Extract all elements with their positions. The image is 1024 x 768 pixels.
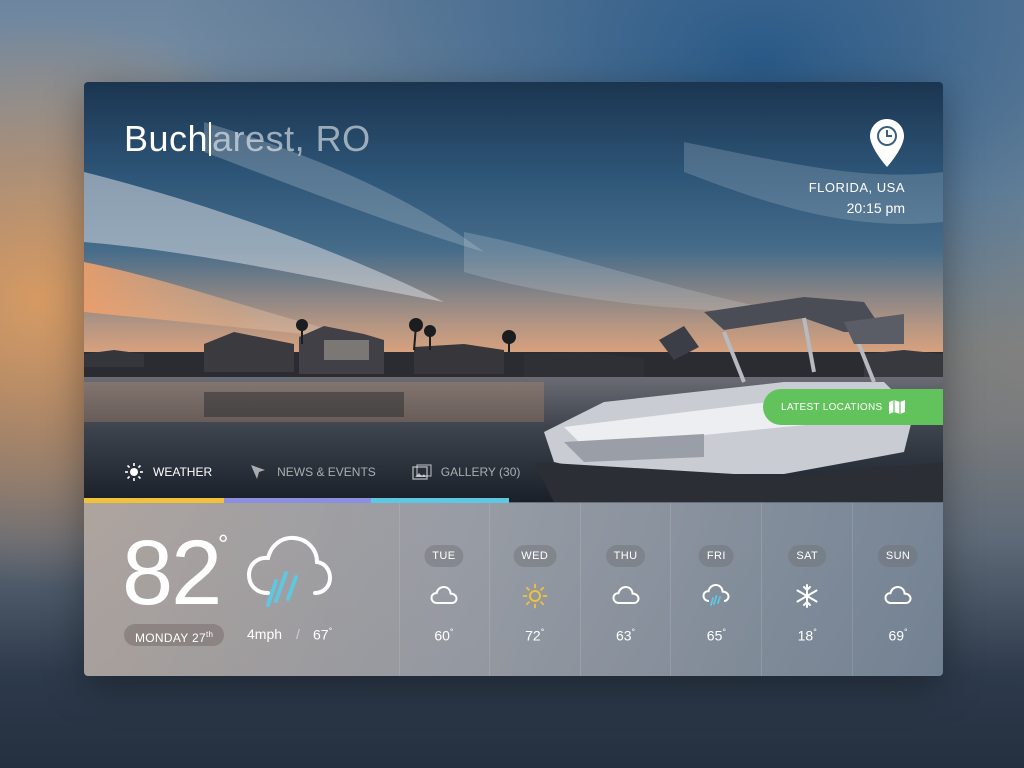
day-label: TUE [424, 545, 464, 567]
city-search-field[interactable]: Buch arest, RO [124, 118, 371, 160]
forecast-day-fri[interactable]: FRI 65° [670, 503, 761, 676]
forecast-day-wed[interactable]: WED 72° [488, 503, 580, 676]
day-temperature-value: 63 [615, 627, 632, 644]
gallery-icon [412, 462, 432, 482]
low-temperature-value: 67 [313, 626, 329, 643]
degree-symbol: ° [631, 627, 636, 637]
latest-locations-label: LATEST LOCATIONS [781, 401, 883, 413]
cloud-icon [884, 586, 912, 604]
current-time-label: 20:15 pm [846, 200, 905, 216]
degree-symbol: ° [540, 627, 545, 637]
separator: / [296, 626, 300, 642]
location-clock-pin-icon[interactable] [869, 118, 905, 168]
text-caret [209, 122, 212, 156]
tab-weather-label: WEATHER [153, 465, 213, 479]
tab-weather[interactable]: WEATHER [124, 462, 212, 482]
day-temperature: 60° [399, 627, 489, 644]
forecast-day-sat[interactable]: SAT 18° [761, 503, 852, 676]
cloud-icon [612, 586, 640, 604]
current-date-suffix: th [205, 630, 214, 639]
tab-news-events[interactable]: NEWS & EVENTS [248, 462, 376, 482]
day-label: FRI [698, 545, 734, 567]
tab-gallery[interactable]: GALLERY (30) [412, 462, 521, 482]
day-temperature: 18° [762, 627, 852, 644]
snowflake-icon [796, 584, 818, 608]
day-temperature-value: 60 [434, 627, 450, 644]
day-temperature: 65° [671, 627, 761, 644]
current-temperature: 82 [122, 522, 222, 624]
map-icon [889, 400, 905, 414]
cloud-icon [430, 586, 458, 604]
forecast-day-tue[interactable]: TUE 60° [399, 503, 489, 676]
day-temperature-value: 18 [797, 627, 814, 644]
day-temperature-value: 65 [706, 627, 723, 644]
rain-cloud-icon [246, 535, 332, 607]
forecast-day-sun[interactable]: SUN 69° [852, 503, 943, 676]
degree-symbol: ° [813, 627, 817, 637]
city-typed-text: Buch [124, 118, 209, 159]
current-date-label: MONDAY 27 [135, 631, 206, 645]
forecast-day-thu[interactable]: THU 63° [579, 503, 671, 676]
hero-photo: Buch arest, RO FLORIDA, USA 20:15 pm LATE… [84, 82, 943, 502]
degree-symbol: ° [722, 627, 726, 637]
current-date-badge: MONDAY 27th [124, 624, 225, 646]
day-temperature-value: 72 [525, 627, 541, 644]
sun-icon [522, 583, 548, 609]
degree-symbol: ° [904, 627, 908, 637]
current-weather: 82 ° MONDAY 27th 4mph / 67° [84, 503, 400, 676]
day-label: THU [605, 545, 646, 567]
weekly-forecast: TUE 60° WED 72° THU 63° FRI 65° SAT 18° … [399, 503, 943, 676]
wind-speed: 4mph [247, 626, 283, 642]
tab-gallery-label: GALLERY (30) [440, 465, 521, 479]
city-suggestion-text: arest, RO [212, 118, 371, 159]
low-temperature-degree: ° [328, 626, 333, 636]
degree-symbol: ° [449, 627, 454, 637]
day-temperature: 72° [490, 627, 580, 644]
weather-panel: 82 ° MONDAY 27th 4mph / 67° TUE 60° WED … [84, 503, 943, 676]
current-location-label: FLORIDA, USA [808, 180, 905, 195]
day-label: SUN [877, 545, 919, 567]
day-temperature-value: 69 [888, 627, 905, 644]
weather-card: Buch arest, RO FLORIDA, USA 20:15 pm LATE… [84, 82, 943, 676]
pointer-icon [248, 462, 268, 482]
low-temperature: 67° [313, 626, 332, 643]
day-label: SAT [788, 545, 827, 567]
latest-locations-button[interactable]: LATEST LOCATIONS [763, 389, 943, 425]
tab-news-events-label: NEWS & EVENTS [277, 465, 376, 479]
section-tabs: WEATHER NEWS & EVENTS GALLERY (30) [124, 462, 556, 482]
rain-cloud-icon [702, 584, 730, 606]
day-temperature: 63° [581, 627, 671, 644]
day-temperature: 69° [853, 627, 943, 644]
sun-icon [124, 462, 144, 482]
current-temperature-degree: ° [218, 529, 229, 559]
day-label: WED [513, 545, 557, 567]
